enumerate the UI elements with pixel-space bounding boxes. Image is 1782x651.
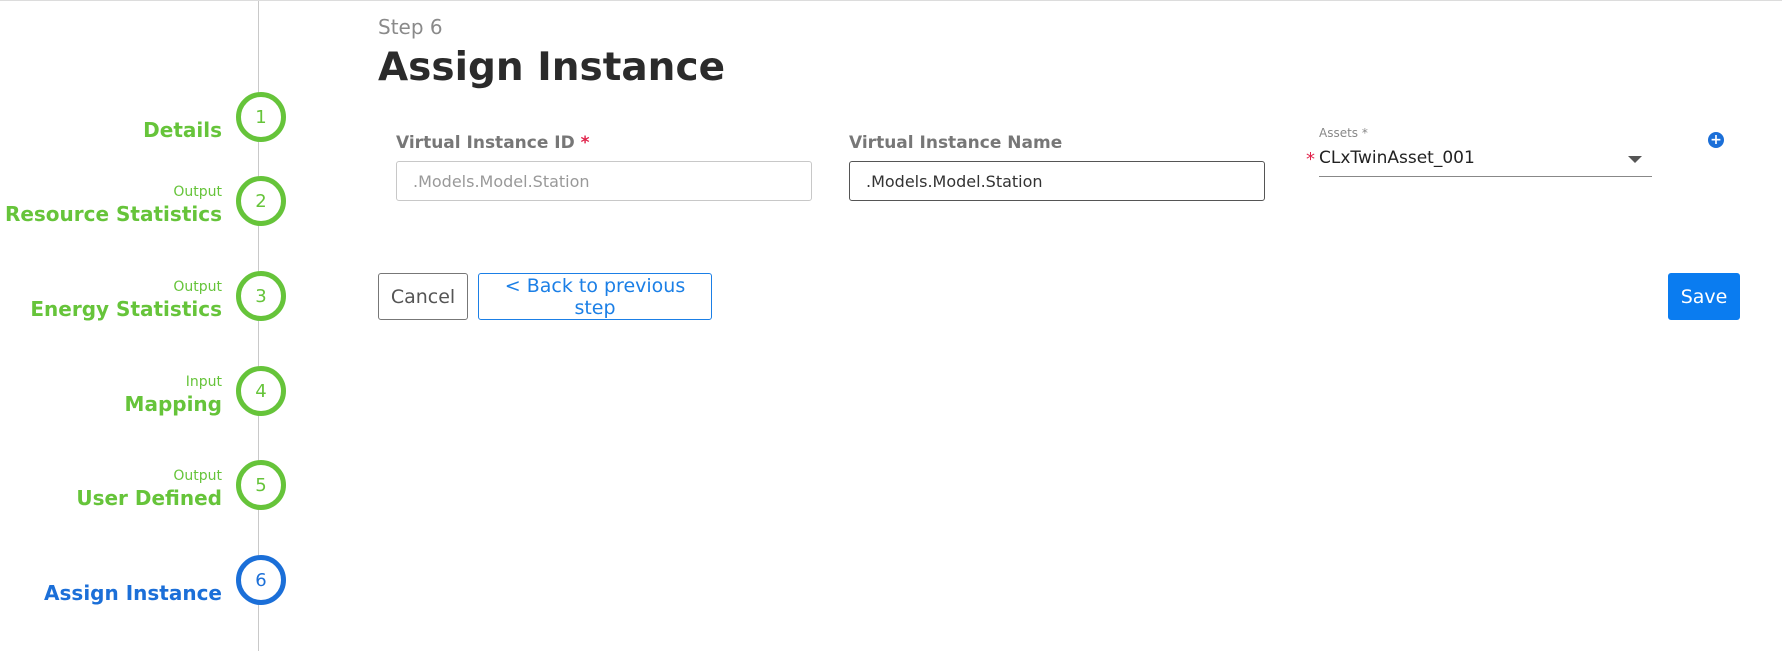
step-resource-statistics[interactable]: Output Resource Statistics 2 [0,173,290,229]
step-number-circle: 2 [236,176,286,226]
assets-required-mark: * [1306,149,1315,170]
virtual-instance-id-input[interactable] [396,161,812,201]
virtual-instance-name-input[interactable] [849,161,1265,201]
assets-label: Assets * [1319,126,1368,140]
step-details[interactable]: Details 1 [0,89,290,145]
step-number-circle: 6 [236,555,286,605]
step-title: Assign Instance [44,581,222,605]
step-title: Resource Statistics [4,202,222,226]
step-number-circle: 3 [236,271,286,321]
virtual-instance-name-label: Virtual Instance Name [849,133,1063,153]
save-button[interactable]: Save [1668,273,1740,320]
required-mark: * [580,133,590,153]
step-title: Energy Statistics [30,297,222,321]
step-label: Step 6 [378,15,443,39]
step-subtitle: Output [173,184,222,200]
wizard-stepper: Details 1 Output Resource Statistics 2 O… [0,1,300,651]
step-subtitle: Output [173,279,222,295]
step-number-circle: 1 [236,92,286,142]
main-content: Step 6 Assign Instance Virtual Instance … [378,1,1782,650]
step-number-circle: 5 [236,460,286,510]
step-user-defined[interactable]: Output User Defined 5 [0,457,290,513]
step-title: Mapping [124,392,222,416]
cancel-button[interactable]: Cancel [378,273,468,320]
assets-selected-value: CLxTwinAsset_001 [1319,148,1475,168]
back-to-previous-step-button[interactable]: < Back to previous step [478,273,712,320]
caret-down-icon [1628,156,1642,163]
step-assign-instance[interactable]: Assign Instance 6 [0,552,290,608]
step-title: Details [143,118,222,142]
assets-select[interactable]: CLxTwinAsset_001 [1319,146,1652,177]
plus-circle-icon[interactable]: + [1708,132,1724,148]
virtual-instance-id-label: Virtual Instance ID * [396,133,590,153]
step-number-circle: 4 [236,366,286,416]
step-title: User Defined [76,486,222,510]
page-title: Assign Instance [378,45,726,90]
step-mapping[interactable]: Input Mapping 4 [0,363,290,419]
step-energy-statistics[interactable]: Output Energy Statistics 3 [0,268,290,324]
step-subtitle: Output [173,468,222,484]
step-subtitle: Input [185,374,222,390]
